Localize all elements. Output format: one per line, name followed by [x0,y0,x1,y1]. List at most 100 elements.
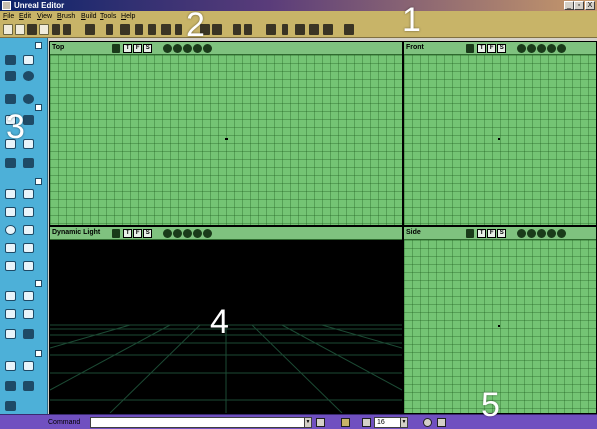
rebuild-icon[interactable] [323,24,333,35]
brush-zones-icon[interactable] [527,44,537,53]
collapse-misc-icon[interactable] [35,350,42,357]
viewport-pin-icon[interactable] [466,44,474,53]
viewport-pin-icon[interactable] [112,44,120,53]
wireframe-mode-icon[interactable] [517,44,527,53]
brush-zones-icon[interactable] [527,229,537,238]
sound-browser-icon[interactable] [148,24,156,35]
collapse-clip-icon[interactable] [35,104,42,111]
csg-add-icon[interactable] [4,290,17,302]
dynamic-light-icon[interactable] [547,44,557,53]
view-side-button[interactable]: S [143,229,153,238]
view-top-button[interactable]: T [123,44,133,53]
wireframe-mode-icon[interactable] [163,44,173,53]
open-file-icon[interactable] [15,24,25,35]
command-input[interactable] [90,417,312,428]
lighting-only-icon[interactable] [203,44,213,53]
dynamic-light-icon[interactable] [547,229,557,238]
build-bsp-icon[interactable] [282,24,288,35]
menu-brush[interactable]: Brush [57,11,75,22]
curved-stair-icon[interactable] [22,242,35,254]
sphere-builder-icon[interactable] [4,224,17,236]
maximize-viewport-icon[interactable] [437,418,446,427]
csg-subtract-icon[interactable] [22,290,35,302]
viewport-pin-icon[interactable] [112,229,120,238]
rotation-snap-icon[interactable] [423,418,432,427]
camera-move-icon[interactable] [4,54,17,66]
select-invert-icon[interactable] [4,380,17,392]
view-front-button[interactable]: F [133,44,143,53]
menu-view[interactable]: View [37,11,52,22]
cone-builder-icon[interactable] [22,206,35,218]
menu-file[interactable]: File [3,11,14,22]
viewport-pin-icon[interactable] [466,229,474,238]
view-front-button[interactable]: F [487,44,497,53]
viewport-top[interactable]: Top TFS [49,41,403,226]
viewport-side-canvas[interactable] [404,240,596,413]
dynamic-light-icon[interactable] [193,44,203,53]
volumetric-builder-icon[interactable] [22,260,35,272]
music-browser-icon[interactable] [135,24,143,35]
wireframe-mode-icon[interactable] [163,229,173,238]
csg-deintersect-icon[interactable] [22,308,35,320]
view-side-button[interactable]: S [143,44,153,53]
csg-intersect-icon[interactable] [4,308,17,320]
view-front-button[interactable]: F [487,229,497,238]
texture-mode-icon[interactable] [537,229,547,238]
view-side-button[interactable]: S [497,229,507,238]
build-paths-icon[interactable] [266,24,276,35]
cube-builder-icon[interactable] [4,188,17,200]
camera-speed-icon[interactable] [4,400,17,412]
lighting-only-icon[interactable] [557,44,567,53]
surface-properties-icon[interactable] [212,24,222,35]
cylinder-builder-icon[interactable] [4,206,17,218]
viewport-side[interactable]: Side TFS [403,226,597,414]
show-all-icon[interactable] [22,380,35,392]
grid-size-dropdown[interactable]: ▼ [400,417,408,428]
build-all-icon[interactable] [295,24,305,35]
save-icon[interactable] [27,24,37,35]
add-mover-icon[interactable] [4,328,17,340]
lighting-only-icon[interactable] [203,229,213,238]
build-lighting-icon[interactable] [244,24,252,35]
menu-help[interactable]: Help [121,11,135,22]
play-map-icon[interactable] [344,24,354,35]
face-drag-icon[interactable] [4,157,17,169]
collapse-csg-icon[interactable] [35,280,42,287]
brush-zones-icon[interactable] [173,44,183,53]
stair-builder-icon[interactable] [22,224,35,236]
texture-mode-icon[interactable] [537,44,547,53]
menu-edit[interactable]: Edit [19,11,31,22]
command-history-dropdown[interactable]: ▼ [304,417,312,428]
dynamic-light-icon[interactable] [193,229,203,238]
view-top-button[interactable]: T [477,229,487,238]
viewport-front[interactable]: Front TFS [403,41,597,226]
polygon-icon[interactable] [22,157,35,169]
menu-tools[interactable]: Tools [100,11,116,22]
viewport-top-canvas[interactable] [50,55,402,225]
shear-icon[interactable] [4,93,17,105]
viewport-front-canvas[interactable] [404,55,596,225]
mesh-browser-icon[interactable] [175,24,182,35]
view-front-button[interactable]: F [133,229,143,238]
collapse-modes-icon[interactable] [35,42,42,49]
wireframe-mode-icon[interactable] [517,229,527,238]
minimize-button[interactable]: _ [564,1,574,10]
sheer-mode-icon[interactable] [22,93,35,105]
search-icon[interactable] [85,24,95,35]
vertex-edit-icon[interactable] [22,54,35,66]
rotate-icon[interactable] [22,70,35,82]
hide-selected-icon[interactable] [22,360,35,372]
spiral-stair-icon[interactable] [4,242,17,254]
terrain-builder-icon[interactable] [4,260,17,272]
view-side-button[interactable]: S [497,44,507,53]
add-special-icon[interactable] [22,328,35,340]
scale-icon[interactable] [4,70,17,82]
grid-size-select[interactable]: 16 [374,417,402,428]
sheet-builder-icon[interactable] [22,188,35,200]
texture-mode-icon[interactable] [183,44,193,53]
grid-toggle-icon[interactable] [362,418,371,427]
texture-browser-icon[interactable] [161,24,171,35]
forward-arrow-icon[interactable] [63,24,71,35]
group-browser-icon[interactable] [120,24,130,35]
new-file-icon[interactable] [3,24,13,35]
